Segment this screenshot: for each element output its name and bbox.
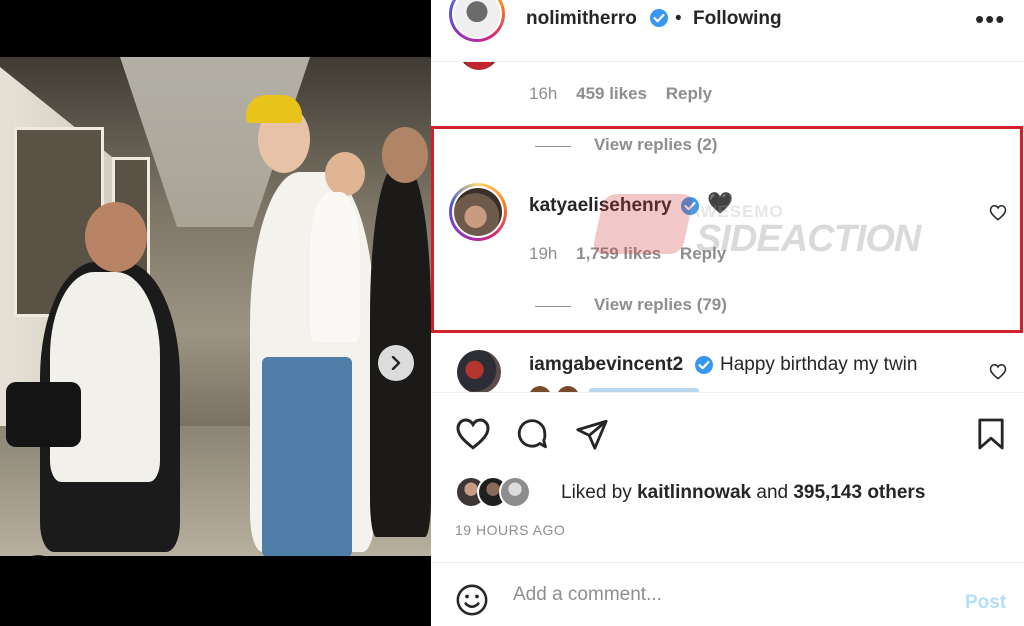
comment-likes[interactable]: 459 likes [576, 84, 647, 103]
comment-text: 🖤 [707, 192, 734, 215]
photo-cap [246, 95, 302, 123]
comments-list[interactable]: 16h 459 likes Reply View replies (2) kat… [431, 62, 1024, 392]
comment-reply-button[interactable]: Reply [666, 84, 712, 103]
comment-avatar[interactable] [457, 62, 501, 72]
replies-divider [535, 146, 571, 147]
likes-count[interactable]: 395,143 others [793, 482, 925, 503]
view-replies-button[interactable]: View replies (79) [594, 295, 727, 315]
post-photo[interactable] [0, 57, 431, 556]
comment-username[interactable]: katyaelisehenry [529, 195, 672, 217]
comment-text: Happy birthday my twin [720, 354, 918, 375]
comment-meta: 16h 459 likes Reply [529, 84, 712, 104]
bookmark-icon[interactable] [977, 417, 1005, 451]
comment-reply-button[interactable]: Reply [680, 244, 726, 263]
photo-person-shirt [50, 272, 160, 482]
following-button[interactable]: Following [693, 8, 782, 30]
like-heart-icon[interactable] [455, 417, 491, 450]
header-separator: • [675, 8, 682, 29]
post-comment-button[interactable]: Post [965, 592, 1006, 614]
post-timestamp[interactable]: 19 HOURS AGO [455, 522, 565, 538]
photo-baby [310, 192, 360, 342]
comment-time: 16h [529, 84, 558, 103]
verified-icon [681, 197, 699, 215]
next-arrow-icon [391, 356, 401, 370]
view-replies-button[interactable]: View replies (2) [594, 135, 717, 155]
liked-by-user[interactable]: kaitlinnowak [637, 482, 751, 503]
photo-person-jeans [262, 357, 352, 556]
replies-divider [535, 306, 571, 307]
comment-like-heart-icon[interactable] [989, 204, 1007, 221]
post-media [0, 0, 431, 626]
comment-avatar[interactable] [449, 183, 507, 241]
post-header: nolimitherro • Following ••• [431, 0, 1024, 62]
post-side-panel: nolimitherro • Following ••• 16h 459 lik… [431, 0, 1024, 626]
comment-like-heart-icon[interactable] [989, 363, 1007, 380]
photo-baby-head [325, 152, 365, 196]
comment-avatar[interactable] [457, 350, 501, 392]
share-icon[interactable] [575, 417, 609, 451]
photo-head [85, 202, 147, 272]
add-comment-bar: Post [431, 562, 1024, 626]
comment-input[interactable] [513, 577, 933, 613]
post-action-bar [431, 392, 1024, 472]
comment-username[interactable]: iamgabevincent2 [529, 354, 683, 376]
comment-meta: 19h 1,759 likes Reply [529, 244, 726, 264]
comment-overflow-line [529, 382, 709, 392]
comment-likes[interactable]: 1,759 likes [576, 244, 661, 263]
verified-icon [695, 356, 713, 374]
author-avatar[interactable] [449, 0, 505, 42]
comment-icon[interactable] [515, 417, 549, 451]
liker-avatar[interactable] [499, 476, 531, 508]
photo-handbag [6, 382, 81, 447]
liked-by-prefix: Liked by [561, 482, 632, 503]
next-slide-button[interactable] [378, 345, 414, 381]
more-options-icon[interactable]: ••• [975, 4, 1005, 35]
liked-by-text: Liked by kaitlinnowak and 395,143 others [561, 482, 925, 504]
comment-time: 19h [529, 244, 558, 263]
liked-by-and: and [756, 482, 789, 503]
verified-icon [650, 9, 668, 27]
photo-head [382, 127, 428, 183]
author-username[interactable]: nolimitherro [526, 8, 637, 30]
emoji-icon[interactable] [455, 583, 489, 617]
